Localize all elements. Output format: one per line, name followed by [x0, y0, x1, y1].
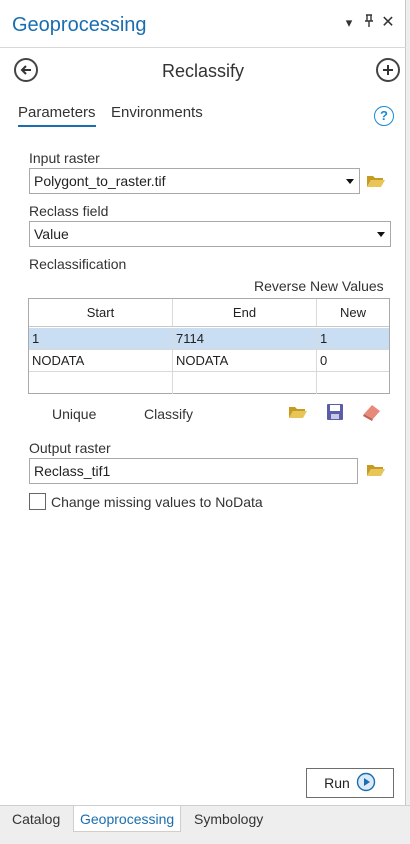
play-icon [356, 772, 376, 795]
column-header-start[interactable]: Start [29, 299, 173, 327]
pane-title: Geoprocessing [12, 14, 147, 36]
dropdown-icon[interactable]: ▾ [340, 14, 358, 32]
chevron-down-icon [346, 179, 354, 184]
output-raster-label: Output raster [29, 440, 111, 456]
output-raster-input[interactable]: Reclass_tif1 [29, 458, 358, 484]
input-raster-label: Input raster [29, 150, 100, 166]
tool-header: Reclassify [0, 52, 406, 88]
input-raster-value: Polygont_to_raster.tif [34, 173, 166, 189]
input-raster-select[interactable]: Polygont_to_raster.tif [29, 168, 360, 194]
save-icon[interactable] [326, 403, 344, 421]
run-label: Run [324, 775, 350, 791]
table-cell-empty[interactable] [29, 372, 173, 394]
help-icon[interactable]: ? [374, 106, 394, 126]
geoprocessing-pane: Geoprocessing ▾ ✕ Reclassify Parameters … [0, 0, 406, 805]
add-icon[interactable] [376, 58, 400, 82]
bottom-tab-bar: Catalog Geoprocessing Symbology [0, 805, 410, 844]
table-cell-new[interactable]: 0 [317, 350, 389, 372]
folder-open-icon[interactable] [366, 463, 386, 477]
eraser-icon[interactable] [361, 402, 383, 422]
tool-title: Reclassify [161, 61, 245, 81]
table-cell-start[interactable]: NODATA [29, 350, 173, 372]
reclass-field-value: Value [34, 226, 69, 242]
pin-icon[interactable] [360, 14, 378, 32]
reverse-new-values-link[interactable]: Reverse New Values [254, 278, 384, 294]
unique-button[interactable]: Unique [52, 406, 96, 422]
tab-symbology[interactable]: Symbology [188, 806, 269, 832]
table-cell-new[interactable]: 1 [317, 328, 389, 350]
table-cell-start[interactable]: 1 [29, 328, 173, 350]
reclassification-table: Start End New 1 7114 1 NODATA NODATA 0 [28, 298, 390, 394]
chevron-down-icon [377, 232, 385, 237]
tab-parameters[interactable]: Parameters [18, 104, 96, 127]
reclassification-label: Reclassification [29, 256, 127, 272]
folder-open-icon[interactable] [366, 174, 386, 188]
reclass-field-label: Reclass field [29, 203, 109, 219]
missing-values-checkbox[interactable] [29, 493, 46, 510]
tab-geoprocessing[interactable]: Geoprocessing [73, 806, 182, 832]
column-header-new[interactable]: New [317, 299, 389, 327]
column-header-end[interactable]: End [173, 299, 317, 327]
tab-catalog[interactable]: Catalog [6, 806, 66, 832]
pane-titlebar: Geoprocessing ▾ ✕ [0, 0, 406, 48]
table-cell-empty[interactable] [317, 372, 389, 394]
tab-environments[interactable]: Environments [111, 104, 203, 121]
run-button[interactable]: Run [306, 768, 394, 798]
table-cell-empty[interactable] [173, 372, 317, 394]
folder-open-icon[interactable] [288, 405, 308, 419]
classify-button[interactable]: Classify [144, 406, 193, 422]
table-cell-end[interactable]: 7114 [173, 328, 317, 350]
close-icon[interactable]: ✕ [379, 14, 397, 32]
missing-values-label: Change missing values to NoData [51, 494, 263, 510]
reclass-field-select[interactable]: Value [29, 221, 391, 247]
table-cell-end[interactable]: NODATA [173, 350, 317, 372]
